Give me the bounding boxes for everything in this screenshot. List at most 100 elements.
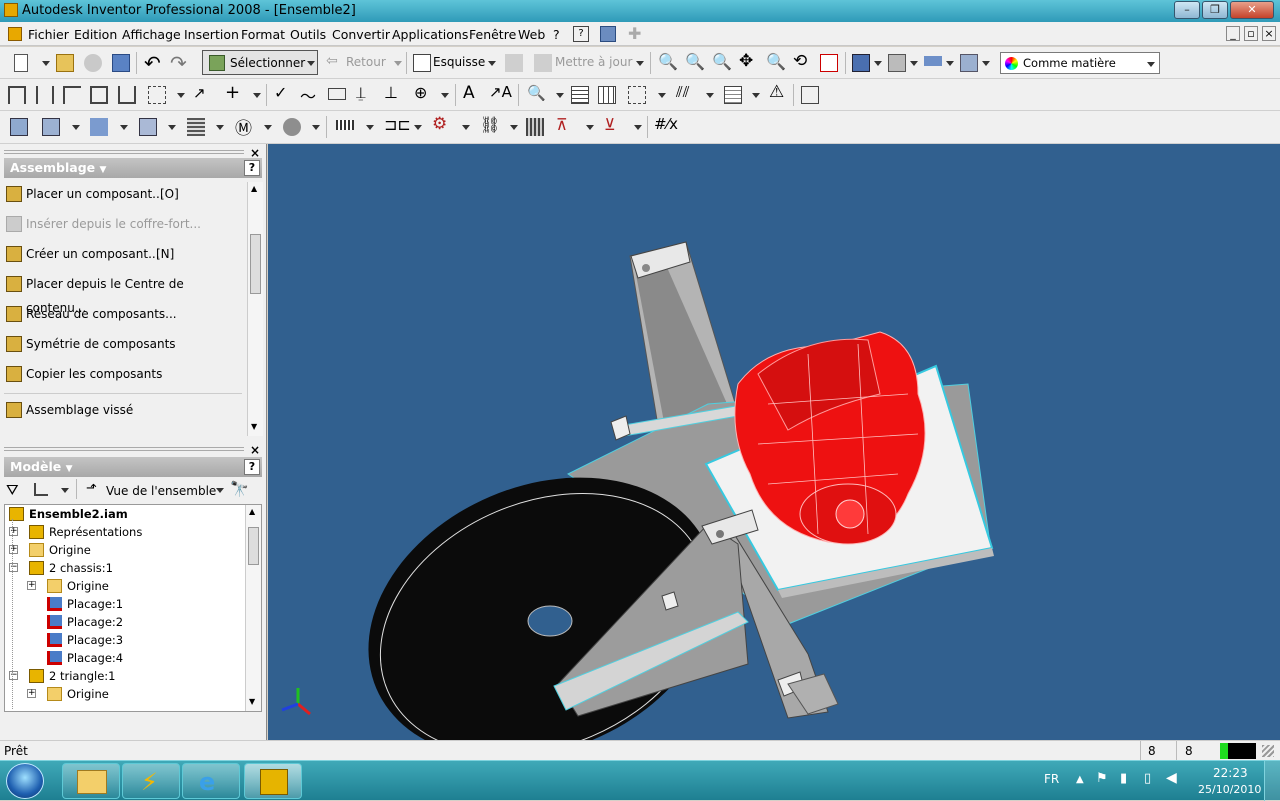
taskbar-explorer[interactable] [62,763,120,799]
display-mode-icon[interactable] [852,54,870,72]
hatch-icon[interactable]: ⫽⫽ [676,83,689,101]
scroll-down-icon[interactable]: ▼ [251,422,257,431]
bearing-dropdown-icon[interactable] [168,125,176,130]
parts-list-icon[interactable] [571,86,589,104]
tree-structure-icon[interactable] [34,483,48,496]
hole-note-icon[interactable] [148,86,166,104]
menu-fenetre[interactable]: Fenêtre [469,27,516,42]
taskbar-inventor-launcher[interactable]: ⚡ [122,763,180,799]
assembly-3d-view[interactable] [268,144,1280,740]
scroll-thumb[interactable] [250,234,261,294]
undo-icon[interactable]: ↶ [144,51,161,75]
assembly-command[interactable]: Réseau de composants... [4,302,244,326]
new-dropdown-icon[interactable] [42,61,50,66]
datum-dropdown-icon[interactable] [441,93,449,98]
tree-node[interactable]: − 2 chassis:1 [7,559,247,577]
camera-icon[interactable] [888,54,906,72]
collapse-icon[interactable]: − [9,563,18,572]
dimension-icon[interactable] [8,86,26,104]
show-desktop-button[interactable] [1264,761,1280,801]
expand-icon[interactable]: + [9,527,18,536]
clock-date[interactable]: 25/10/2010 [1198,783,1261,796]
revision-tag-icon[interactable]: ⚠ [769,82,784,102]
clevis-icon[interactable]: ⊐⊏ [384,115,411,134]
tree-node[interactable]: Ensemble2.iam [7,505,247,523]
inventor-app-icon[interactable] [4,3,18,17]
document-icon[interactable] [8,27,22,41]
menu-outils[interactable]: Outils [290,27,326,42]
symbols-icon[interactable] [801,86,819,104]
model-grip[interactable] [4,447,244,451]
assembly-command[interactable]: Symétrie de composants [4,332,244,356]
tree-node[interactable]: + Origine [7,685,247,703]
table-icon[interactable] [598,86,616,104]
assembly-command[interactable]: Assemblage vissé [4,398,244,422]
tree-node[interactable]: − 2 triangle:1 [7,667,247,685]
tree-dropdown-icon[interactable] [61,488,69,493]
assembly-panel-header[interactable]: Assemblage ▼ ? [4,158,262,178]
hole-table-dropdown-icon[interactable] [658,93,666,98]
pan-icon[interactable]: ✥ [739,51,753,71]
datum-target-icon[interactable]: ⊥ [384,83,398,102]
sketch-dropdown-icon[interactable] [488,61,496,66]
network-icon[interactable]: ▮ [1120,771,1127,786]
material-select[interactable]: Comme matière [1000,52,1160,74]
view-dropdown-icon[interactable] [216,488,224,493]
redo-icon[interactable]: ↷ [170,51,187,75]
centermark-dropdown-icon[interactable] [253,93,261,98]
menu-convertir[interactable]: Convertir [332,27,390,42]
graphics-window[interactable] [268,144,1280,740]
doc-close-button[interactable]: × [1262,26,1276,41]
belt-dropdown-icon[interactable] [366,125,374,130]
tree-node[interactable]: Placage:1 [7,595,247,613]
tree-node[interactable]: Placage:3 [7,631,247,649]
shadow-dropdown-icon[interactable] [946,61,954,66]
structure-icon[interactable] [960,54,978,72]
assembly-command[interactable]: Placer un composant... [O] [4,182,244,206]
resize-grip-icon[interactable] [1262,745,1274,757]
whats-new-icon[interactable] [600,26,616,42]
shaft-icon[interactable] [42,118,60,136]
fastener-dropdown-icon[interactable] [634,125,642,130]
chain-dim-icon[interactable] [90,86,108,104]
text-icon[interactable]: A [463,83,475,103]
tree-node[interactable]: + Représentations [7,523,247,541]
surface-texture-icon[interactable]: ✓ [274,83,287,102]
taskbar-inventor-active[interactable] [244,763,302,799]
close-button[interactable]: ✕ [1230,1,1274,19]
fastener-icon[interactable]: ⊻ [604,115,616,134]
menu-affichage[interactable]: Affichage [122,27,181,42]
bolted-connection-icon[interactable] [10,118,28,136]
model-help-button[interactable]: ? [244,459,260,475]
display-dropdown-icon[interactable] [874,61,882,66]
view-select[interactable]: Vue de l'ensemble [106,484,216,498]
assembly-command[interactable]: Placer depuis le Centre de contenu... [4,272,244,315]
tree-node[interactable]: Placage:4 [7,649,247,667]
leader-icon[interactable]: ↗ [193,84,206,102]
assembly-help-button[interactable]: ? [244,160,260,176]
menu-format[interactable]: Format [241,27,285,42]
power-icon[interactable]: ▯ [1144,771,1151,786]
shadow-icon[interactable] [924,56,942,66]
parameters-icon[interactable]: #⁄x [654,115,678,133]
collapse-icon[interactable]: − [9,671,18,680]
weld-dropdown-icon[interactable] [586,125,594,130]
cam-icon[interactable]: ⚙ [432,114,447,134]
save-icon[interactable] [112,54,130,72]
hatch-dropdown-icon[interactable] [706,93,714,98]
revision-table-icon[interactable] [724,86,742,104]
spur-gear-icon[interactable] [90,118,108,136]
language-indicator[interactable]: FR [1044,772,1059,786]
disc-center-hole[interactable] [527,605,573,637]
expand-icon[interactable]: + [27,689,36,698]
show-hidden-icons[interactable]: ▲ [1076,774,1084,785]
leader-text-icon[interactable]: ↗A [489,83,512,101]
expand-icon[interactable]: + [27,581,36,590]
menu-insertion[interactable]: Insertion [184,27,239,42]
tree-scroll-up-icon[interactable]: ▲ [249,507,255,516]
rotate-icon[interactable]: ⟲ [793,51,807,71]
shaft-dropdown-icon[interactable] [72,125,80,130]
binoculars-icon[interactable]: 🔭 [230,480,249,498]
zoom-all-icon[interactable]: 🔍 [658,52,678,71]
model-panel-header[interactable]: Modèle ▼ ? [4,457,262,477]
